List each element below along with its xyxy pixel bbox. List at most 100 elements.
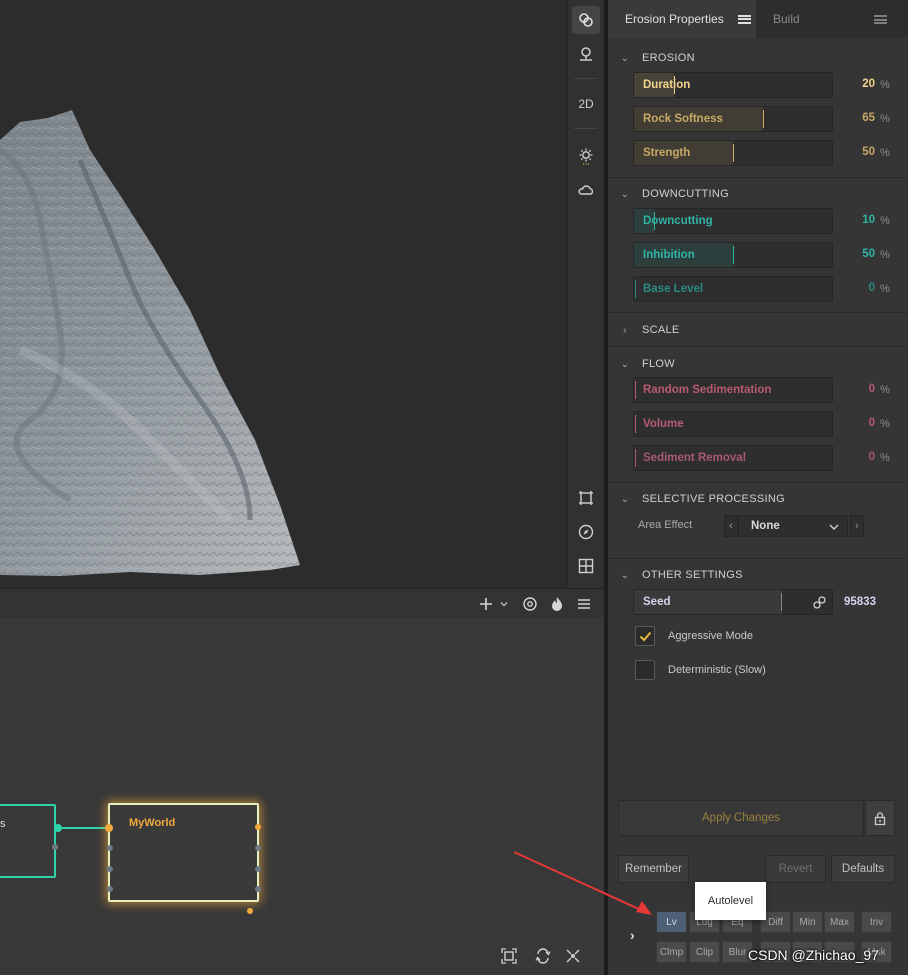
area-effect-next-button[interactable]: › [850,515,864,537]
slider-rock-softness[interactable]: Rock Softness [633,106,833,132]
chevron-down-icon[interactable] [497,595,511,613]
area-effect-select[interactable]: None [738,515,848,537]
node-graph[interactable]: s MyWorld [0,618,604,975]
slider-value[interactable]: 0 [835,451,875,463]
mini-button-max[interactable]: Max [824,911,855,933]
mini-button-inv[interactable]: Inv [861,911,892,933]
slider-label: Base Level [643,283,704,295]
input-port[interactable] [107,886,113,892]
defaults-button[interactable]: Defaults [831,855,895,883]
cloud-icon[interactable] [572,176,600,204]
remember-button[interactable]: Remember [618,855,689,883]
slider-value[interactable]: 10 [835,214,875,226]
menu-icon[interactable] [874,15,887,24]
randomize-seed-icon[interactable] [812,595,827,613]
section-other-header[interactable]: ⌄ OTHER SETTINGS [608,565,908,585]
slider-strength[interactable]: Strength [633,140,833,166]
frame-icon[interactable] [572,484,600,512]
slider-label: Rock Softness [643,113,723,125]
mini-button-clip[interactable]: Clip [689,941,720,963]
area-effect-label: Area Effect [638,519,693,531]
expand-chevron-icon[interactable]: › [630,927,635,943]
output-port[interactable] [255,845,261,851]
slider-unit: % [880,113,890,125]
slider-unit: % [880,384,890,396]
view-2d-button[interactable]: 2D [572,90,600,118]
link-icon[interactable] [572,6,600,34]
refresh-icon[interactable] [534,947,552,965]
slider-unit: % [880,283,890,295]
input-port[interactable] [107,866,113,872]
mini-button-lv[interactable]: Lv [656,911,687,933]
section-scale-header[interactable]: › SCALE [608,320,908,340]
slider-value[interactable]: 0 [835,282,875,294]
slider-base-level[interactable]: Base Level [633,276,833,302]
slider-unit: % [880,418,890,430]
grid-icon[interactable] [572,552,600,580]
fire-icon[interactable] [548,595,566,613]
slider-value[interactable]: 0 [835,383,875,395]
aggressive-mode-checkbox[interactable] [635,626,655,646]
location-pin-icon[interactable] [572,40,600,68]
slider-unit: % [880,215,890,227]
chevron-down-icon: ⌄ [620,569,630,581]
at-sign-icon[interactable] [521,595,539,613]
output-port[interactable] [255,824,261,830]
fit-view-icon[interactable] [500,947,518,965]
slider-label: Random Sedimentation [643,384,772,396]
input-port[interactable] [107,845,113,851]
menu-icon[interactable] [575,595,593,613]
section-downcutting-header[interactable]: ⌄ DOWNCUTTING [608,184,908,204]
slider-volume[interactable]: Volume [633,411,833,437]
section-flow-title: FLOW [642,358,675,370]
mini-button-clmp[interactable]: Clmp [656,941,687,963]
node-myworld-input-port[interactable] [105,824,113,832]
section-erosion-title: EROSION [642,52,695,64]
compass-icon[interactable] [572,518,600,546]
node-left[interactable]: s [0,804,56,878]
output-port[interactable] [255,866,261,872]
node-left-output-port[interactable] [54,824,62,832]
layout-icon[interactable] [564,947,582,965]
deterministic-checkbox[interactable] [635,660,655,680]
node-connection [62,827,106,829]
chevron-down-icon: ⌄ [620,358,630,370]
section-selective-header[interactable]: ⌄ SELECTIVE PROCESSING [608,489,908,509]
slider-value[interactable]: 0 [835,417,875,429]
seed-value[interactable]: 95833 [844,596,876,608]
section-erosion-header[interactable]: ⌄ EROSION [608,48,908,68]
slider-value[interactable]: 65 [835,112,875,124]
slider-value[interactable]: 20 [835,78,875,90]
sun-icon[interactable] [572,142,600,170]
output-port[interactable] [255,886,261,892]
3d-viewport[interactable] [0,0,567,588]
add-node-icon[interactable] [477,595,495,613]
slider-value[interactable]: 50 [835,146,875,158]
area-effect-value: None [751,520,780,532]
tab-build[interactable]: Build [773,0,800,38]
seed-label: Seed [643,596,671,608]
seed-field[interactable]: Seed [633,589,833,615]
slider-inhibition[interactable]: Inhibition [633,242,833,268]
slider-random-sedimentation[interactable]: Random Sedimentation [633,377,833,403]
area-effect-prev-button[interactable]: ‹ [724,515,738,537]
node-myworld[interactable]: MyWorld [108,803,259,902]
lock-icon[interactable] [865,800,895,836]
revert-button[interactable]: Revert [765,855,826,883]
chevron-down-icon: ⌄ [620,188,630,200]
slider-unit: % [880,452,890,464]
slider-value[interactable]: 50 [835,248,875,260]
apply-changes-button[interactable]: Apply Changes [618,800,864,836]
slider-label: Downcutting [643,215,713,227]
chevron-down-icon: ⌄ [620,493,630,505]
section-flow-header[interactable]: ⌄ FLOW [608,354,908,374]
slider-duration[interactable]: Duration [633,72,833,98]
mini-button-min[interactable]: Min [792,911,823,933]
tab-erosion-properties[interactable]: Erosion Properties [608,0,756,38]
section-downcutting-title: DOWNCUTTING [642,188,730,200]
node-bottom-port[interactable] [247,908,253,914]
slider-sediment-removal[interactable]: Sediment Removal [633,445,833,471]
slider-downcutting[interactable]: Downcutting [633,208,833,234]
watermark: CSDN @Zhichao_97 [748,947,879,963]
hamburger-icon[interactable] [737,14,751,24]
